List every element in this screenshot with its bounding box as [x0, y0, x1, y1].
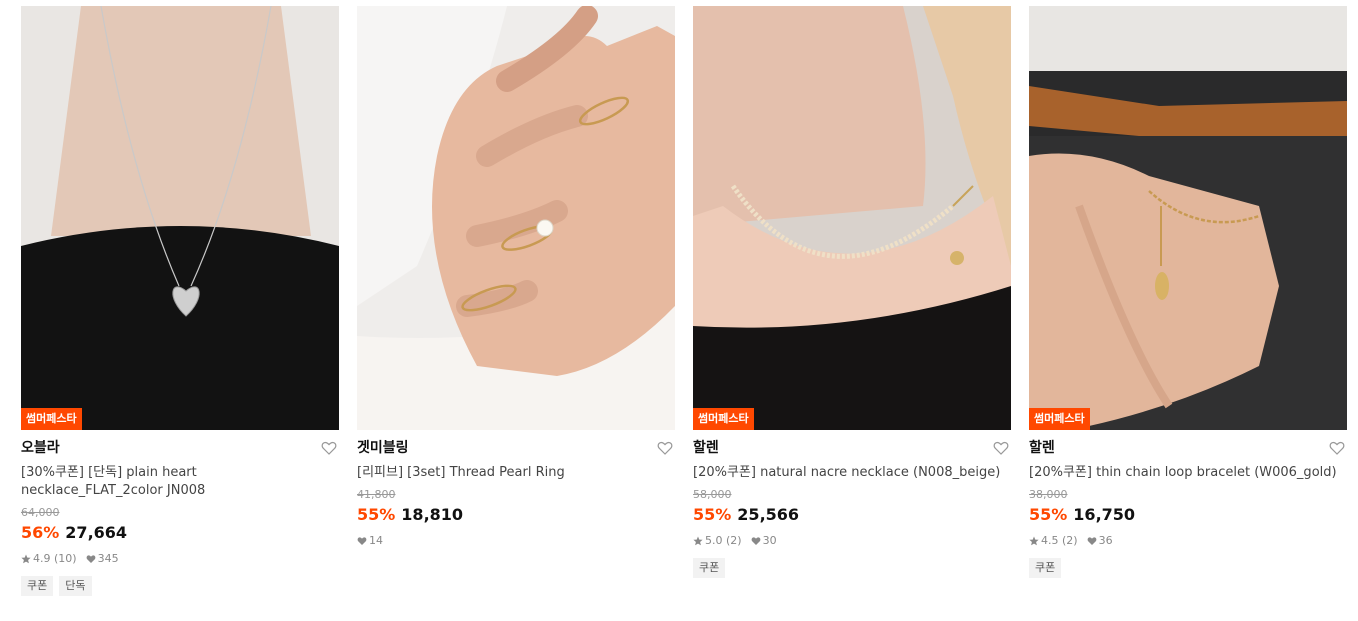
heart-icon[interactable] — [657, 440, 673, 456]
rating: 4.5 (2) — [1029, 534, 1078, 548]
product-info: 겟미블링 [리피브] [3set] Thread Pearl Ring 41,8… — [357, 430, 675, 548]
heart-icon[interactable] — [321, 440, 337, 456]
original-price: 38,000 — [1029, 488, 1068, 501]
likes-count: 345 — [97, 552, 119, 565]
likes-count: 36 — [1098, 534, 1113, 547]
sale-price: 18,810 — [401, 505, 464, 524]
bead-necklace-photo — [693, 6, 1011, 430]
product-meta: 14 — [357, 534, 675, 548]
star-icon — [693, 536, 703, 546]
product-card[interactable]: 썸머페스타 할렌 [20%쿠폰] thin chain loop bracele… — [1029, 6, 1347, 596]
original-price: 58,000 — [693, 488, 732, 501]
product-meta: 5.0 (2) 30 — [693, 534, 1011, 548]
tag-list: 쿠폰 — [693, 558, 1011, 578]
heart-filled-icon — [1087, 536, 1097, 546]
star-icon — [1029, 536, 1039, 546]
heart-filled-icon — [357, 536, 367, 546]
product-title[interactable]: [20%쿠폰] natural nacre necklace (N008_bei… — [693, 464, 1009, 482]
likes: 30 — [751, 534, 777, 548]
tag-coupon: 쿠폰 — [693, 558, 726, 578]
original-price: 64,000 — [21, 506, 60, 519]
rating-text: 4.5 (2) — [1041, 534, 1078, 547]
tag-exclusive: 단독 — [59, 576, 92, 596]
product-card[interactable]: 썸머페스타 오블라 [30%쿠폰] [단독] plain heart neckl… — [21, 6, 339, 596]
heart-filled-icon — [86, 554, 96, 564]
discount-rate: 55% — [1029, 505, 1068, 524]
heart-icon[interactable] — [993, 440, 1009, 456]
price-row: 55% 16,750 — [1029, 504, 1347, 526]
product-info: 할렌 [20%쿠폰] natural nacre necklace (N008_… — [693, 430, 1011, 578]
tag-coupon: 쿠폰 — [21, 576, 54, 596]
discount-rate: 55% — [357, 505, 396, 524]
original-price: 41,800 — [357, 488, 396, 501]
brand-name[interactable]: 할렌 — [1029, 438, 1347, 458]
price-row: 55% 18,810 — [357, 504, 675, 526]
ring-photo — [357, 6, 675, 430]
product-image[interactable] — [357, 6, 675, 430]
product-image[interactable]: 썸머페스타 — [693, 6, 1011, 430]
tag-list: 쿠폰 단독 — [21, 576, 339, 596]
product-grid: 썸머페스타 오블라 [30%쿠폰] [단독] plain heart neckl… — [21, 6, 1347, 596]
rating-text: 5.0 (2) — [705, 534, 742, 547]
product-info: 할렌 [20%쿠폰] thin chain loop bracelet (W00… — [1029, 430, 1347, 578]
tag-list: 쿠폰 — [1029, 558, 1347, 578]
price-row: 56% 27,664 — [21, 522, 339, 544]
event-badge: 썸머페스타 — [21, 408, 82, 430]
brand-name[interactable]: 오블라 — [21, 438, 339, 458]
product-title[interactable]: [20%쿠폰] thin chain loop bracelet (W006_g… — [1029, 464, 1345, 482]
sale-price: 27,664 — [65, 523, 128, 542]
product-image[interactable]: 썸머페스타 — [21, 6, 339, 430]
tag-coupon: 쿠폰 — [1029, 558, 1062, 578]
likes: 36 — [1087, 534, 1113, 548]
discount-rate: 56% — [21, 523, 60, 542]
heart-icon[interactable] — [1329, 440, 1345, 456]
sale-price: 25,566 — [737, 505, 800, 524]
product-title[interactable]: [리피브] [3set] Thread Pearl Ring — [357, 464, 673, 482]
product-meta: 4.5 (2) 36 — [1029, 534, 1347, 548]
necklace-photo — [21, 6, 339, 430]
product-card[interactable]: 썸머페스타 할렌 [20%쿠폰] natural nacre necklace … — [693, 6, 1011, 596]
likes-count: 30 — [762, 534, 777, 547]
product-card[interactable]: 겟미블링 [리피브] [3set] Thread Pearl Ring 41,8… — [357, 6, 675, 596]
heart-filled-icon — [751, 536, 761, 546]
event-badge: 썸머페스타 — [693, 408, 754, 430]
sale-price: 16,750 — [1073, 505, 1136, 524]
rating: 5.0 (2) — [693, 534, 742, 548]
star-icon — [21, 554, 31, 564]
product-title[interactable]: [30%쿠폰] [단독] plain heart necklace_FLAT_2… — [21, 464, 337, 500]
price-row: 55% 25,566 — [693, 504, 1011, 526]
likes: 14 — [357, 534, 383, 548]
product-image[interactable]: 썸머페스타 — [1029, 6, 1347, 430]
brand-name[interactable]: 할렌 — [693, 438, 1011, 458]
product-info: 오블라 [30%쿠폰] [단독] plain heart necklace_FL… — [21, 430, 339, 596]
discount-rate: 55% — [693, 505, 732, 524]
rating: 4.9 (10) — [21, 552, 77, 566]
likes: 345 — [86, 552, 119, 566]
rating-text: 4.9 (10) — [33, 552, 77, 565]
likes-count: 14 — [369, 534, 383, 547]
bracelet-photo — [1029, 6, 1347, 430]
product-meta: 4.9 (10) 345 — [21, 552, 339, 566]
event-badge: 썸머페스타 — [1029, 408, 1090, 430]
brand-name[interactable]: 겟미블링 — [357, 438, 675, 458]
